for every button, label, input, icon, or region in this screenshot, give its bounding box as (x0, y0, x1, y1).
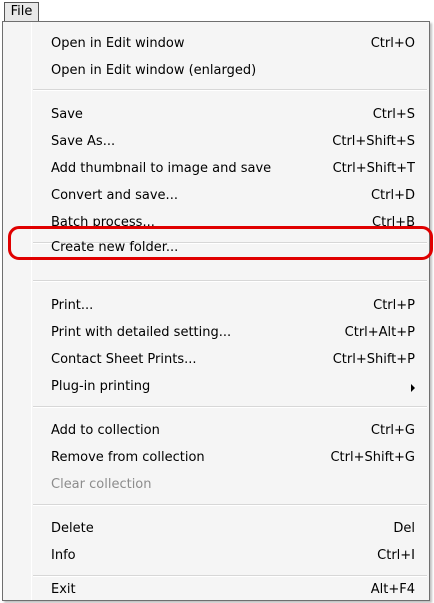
menu-item-label: Save (51, 107, 83, 122)
menu-item-shortcut: Ctrl+D (370, 188, 415, 203)
menu-item-clear-collection: Clear collection (33, 474, 415, 496)
menu-item-label: Convert and save... (51, 188, 178, 203)
menu-item-label: Remove from collection (51, 450, 205, 465)
menu-item-shortcut: Ctrl+O (370, 36, 415, 51)
menu-item-label: Exit (51, 582, 76, 597)
menu-separator (33, 504, 427, 506)
menu-item-label: Open in Edit window (51, 36, 185, 51)
menu-item-shortcut: Ctrl+S (372, 107, 415, 122)
menu-item-plug-in-printing[interactable]: Plug-in printing (33, 376, 415, 398)
menu-item-delete[interactable]: Delete Del (33, 518, 415, 540)
menu-item-label: Contact Sheet Prints... (51, 352, 197, 367)
menu-icon-gutter (31, 22, 32, 600)
menu-item-label: Save As... (51, 134, 116, 149)
menu-item-info[interactable]: Info Ctrl+I (33, 545, 415, 567)
menu-item-convert-and-save[interactable]: Convert and save... Ctrl+D (33, 185, 415, 207)
file-menu-dropdown: Open in Edit window Ctrl+O Open in Edit … (2, 21, 430, 601)
menu-item-open-in-edit-window[interactable]: Open in Edit window Ctrl+O (33, 33, 415, 55)
highlight-outline (8, 226, 433, 260)
menu-item-exit[interactable]: Exit Alt+F4 (33, 579, 415, 601)
menu-item-shortcut: Ctrl+P (373, 298, 415, 313)
submenu-arrow-icon (411, 384, 415, 392)
menu-item-print-detailed[interactable]: Print with detailed setting... Ctrl+Alt+… (33, 322, 415, 344)
menu-item-add-thumbnail[interactable]: Add thumbnail to image and save Ctrl+Shi… (33, 158, 415, 180)
menu-separator (33, 89, 427, 91)
menu-bar: File (0, 0, 434, 22)
menu-item-add-to-collection[interactable]: Add to collection Ctrl+G (33, 420, 415, 442)
menu-item-label: Add thumbnail to image and save (51, 161, 272, 176)
menu-item-shortcut: Del (393, 521, 415, 536)
menu-separator (33, 406, 427, 408)
menu-item-label: Add to collection (51, 423, 160, 438)
menu-item-shortcut: Ctrl+I (377, 548, 415, 563)
menu-item-save-as[interactable]: Save As... Ctrl+Shift+S (33, 131, 415, 153)
menu-item-contact-sheet-prints[interactable]: Contact Sheet Prints... Ctrl+Shift+P (33, 349, 415, 371)
menu-item-shortcut: Ctrl+Alt+P (344, 325, 415, 340)
menu-item-shortcut: Ctrl+Shift+S (332, 134, 415, 149)
menu-item-remove-from-collection[interactable]: Remove from collection Ctrl+Shift+G (33, 447, 415, 469)
menu-item-label: Print... (51, 298, 94, 313)
menu-item-shortcut: Alt+F4 (370, 582, 415, 597)
menu-item-label: Delete (51, 521, 94, 536)
menu-item-open-in-edit-window-enlarged[interactable]: Open in Edit window (enlarged) (33, 60, 415, 82)
menu-item-label: Open in Edit window (enlarged) (51, 63, 257, 78)
file-menu-button[interactable]: File (4, 2, 39, 22)
menu-item-save[interactable]: Save Ctrl+S (33, 104, 415, 126)
menu-item-shortcut: Ctrl+Shift+T (332, 161, 415, 176)
menu-item-shortcut: Ctrl+Shift+P (332, 352, 415, 367)
menu-separator (33, 280, 427, 282)
menu-item-label: Info (51, 548, 76, 563)
menu-item-label: Plug-in printing (51, 379, 151, 394)
menu-item-label: Print with detailed setting... (51, 325, 232, 340)
menu-item-shortcut: Ctrl+G (370, 423, 415, 438)
menu-item-shortcut: Ctrl+Shift+G (330, 450, 415, 465)
menu-item-label: Clear collection (51, 477, 152, 492)
menu-separator (33, 575, 427, 577)
menu-item-print[interactable]: Print... Ctrl+P (33, 295, 415, 317)
